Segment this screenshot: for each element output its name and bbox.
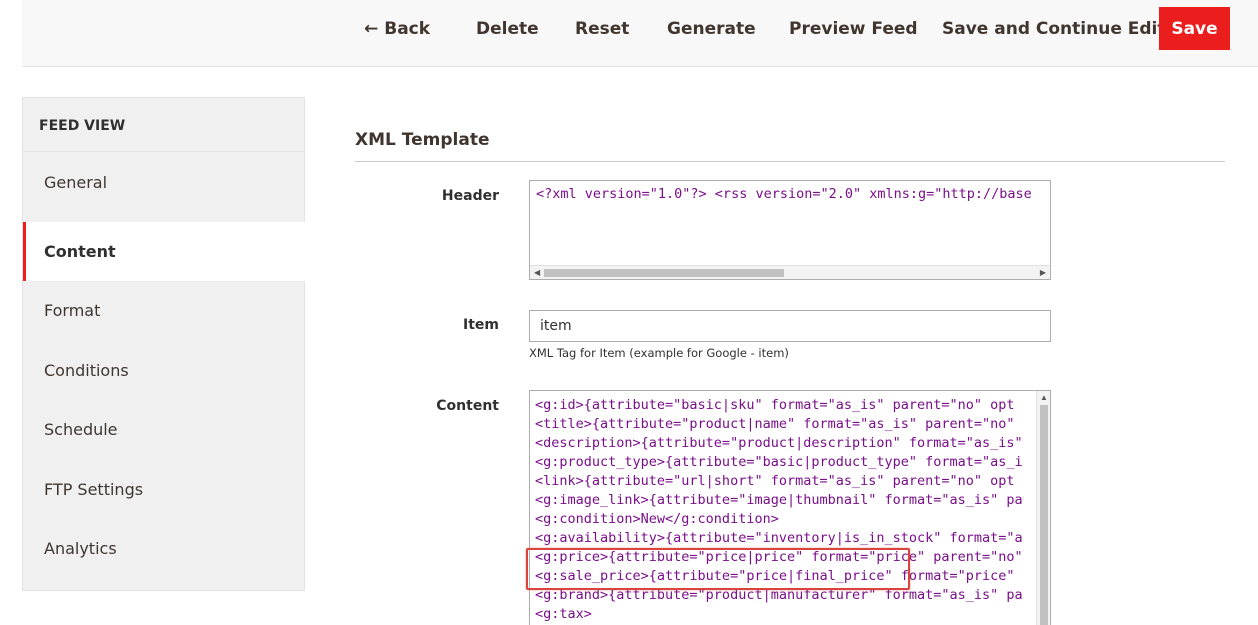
delete-button[interactable]: Delete — [476, 13, 539, 45]
item-field-label: Item — [463, 317, 499, 333]
sidebar-title: FEED VIEW — [23, 98, 304, 152]
back-label: Back — [384, 19, 431, 39]
section-title: XML Template — [355, 130, 490, 150]
scroll-up-icon[interactable]: ▲ — [1040, 393, 1048, 402]
code-line: <g:product_type>{attribute="basic|produc… — [535, 454, 1023, 470]
content-code-lines: <g:id>{attribute="basic|sku" format="as_… — [530, 391, 1050, 624]
code-line: <description>{attribute="product|descrip… — [535, 435, 1023, 451]
preview-feed-button[interactable]: Preview Feed — [789, 13, 918, 45]
sidebar-item-content[interactable]: Content — [23, 222, 306, 281]
header-field-label: Header — [441, 188, 499, 204]
code-line: <g:id>{attribute="basic|sku" format="as_… — [535, 397, 1015, 413]
code-line: <g:image_link>{attribute="image|thumbnai… — [535, 492, 1023, 508]
save-button[interactable]: Save — [1159, 7, 1230, 50]
feed-view-sidebar: FEED VIEW General Content Format Conditi… — [22, 97, 306, 591]
scroll-right-icon[interactable]: ▶ — [1040, 268, 1046, 277]
sidebar-item-schedule[interactable]: Schedule — [23, 400, 306, 459]
code-line: <g:availability>{attribute="inventory|is… — [535, 530, 1023, 546]
code-line: <g:condition>New</g:condition> — [535, 511, 779, 527]
save-and-continue-button[interactable]: Save and Continue Edit — [942, 13, 1166, 45]
header-code-text: <?xml version="1.0"?> <rss version="2.0"… — [536, 186, 1032, 202]
arrow-left-icon: ← — [364, 19, 379, 39]
code-line: <link>{attribute="url|short" format="as_… — [535, 473, 1015, 489]
code-line: <g:sale_price>{attribute="price|final_pr… — [535, 568, 1015, 584]
code-line: <g:price>{attribute="price|price" format… — [535, 549, 1023, 565]
code-line: <title>{attribute="product|name" format=… — [535, 416, 1015, 432]
content-textarea[interactable]: <g:id>{attribute="basic|sku" format="as_… — [529, 390, 1051, 625]
back-button[interactable]: ← Back — [364, 13, 430, 45]
page-actions-bar: ← Back Delete Reset Generate Preview Feed… — [22, 0, 1258, 67]
sidebar-item-format[interactable]: Format — [23, 281, 306, 340]
header-textarea[interactable]: <?xml version="1.0"?> <rss version="2.0"… — [529, 180, 1051, 280]
item-tag-input[interactable] — [529, 310, 1051, 342]
content-vertical-scrollbar[interactable]: ▲ — [1036, 391, 1050, 625]
sidebar-item-conditions[interactable]: Conditions — [23, 341, 306, 400]
reset-button[interactable]: Reset — [575, 13, 629, 45]
scrollbar-thumb[interactable] — [544, 269, 784, 277]
sidebar-item-ftp-settings[interactable]: FTP Settings — [23, 460, 306, 519]
scrollbar-thumb[interactable] — [1040, 405, 1048, 625]
code-line: <g:tax> — [535, 606, 592, 622]
section-divider — [355, 161, 1225, 162]
header-code-line: <?xml version="1.0"?> <rss version="2.0"… — [530, 181, 1050, 204]
scroll-left-icon[interactable]: ◀ — [534, 268, 540, 277]
content-field-label: Content — [436, 398, 499, 414]
header-horizontal-scrollbar[interactable]: ◀ ▶ — [530, 265, 1050, 279]
item-field-note: XML Tag for Item (example for Google - i… — [529, 346, 789, 360]
code-line: <g:brand>{attribute="product|manufacture… — [535, 587, 1023, 603]
generate-button[interactable]: Generate — [667, 13, 756, 45]
sidebar-item-analytics[interactable]: Analytics — [23, 519, 306, 578]
sidebar-item-general[interactable]: General — [23, 153, 306, 212]
